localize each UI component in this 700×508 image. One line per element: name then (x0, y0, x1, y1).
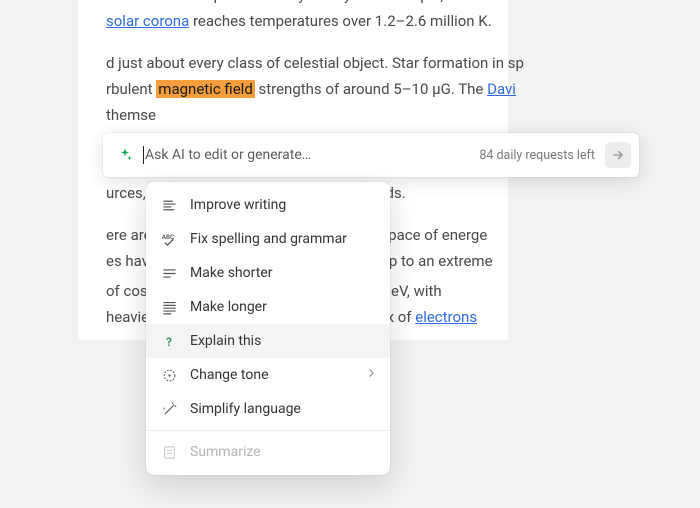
menu-item-improve-writing[interactable]: Improve writing (146, 188, 390, 222)
svg-text:?: ? (165, 334, 171, 348)
text: rbulent (106, 80, 156, 98)
text: strengths of around 5–10 µG. The (255, 80, 487, 98)
menu-item-label: Explain this (190, 333, 261, 349)
text: reaches temperatures over 1.2–2.6 millio… (189, 12, 491, 30)
text-line: solar corona reaches temperatures over 1… (106, 8, 480, 34)
text: eV, with (387, 282, 441, 300)
make-shorter-icon (160, 264, 178, 282)
menu-item-make-shorter[interactable]: Make shorter (146, 256, 390, 290)
arrow-right-icon (611, 148, 625, 162)
magic-wand-icon (160, 400, 178, 418)
menu-item-explain-this[interactable]: ? Explain this (146, 324, 390, 358)
text-line: d just about every class of celestial ob… (106, 50, 480, 76)
menu-item-label: Fix spelling and grammar (190, 231, 347, 247)
menu-item-change-tone[interactable]: Change tone (146, 358, 390, 392)
spellcheck-icon: ABC (160, 230, 178, 248)
link-solar-corona[interactable]: solar corona (106, 12, 189, 30)
link-electrons[interactable]: electrons (415, 308, 477, 326)
improve-writing-icon (160, 196, 178, 214)
summarize-icon (160, 443, 178, 461)
ai-actions-menu: Improve writing ABC Fix spelling and gra… (146, 182, 390, 475)
selected-text[interactable]: magnetic field (156, 80, 254, 98)
text-line: atures in outer space can vary widely. F… (106, 0, 480, 8)
send-button[interactable] (605, 142, 631, 168)
sparkle-icon (117, 147, 133, 163)
ai-input-placeholder: Ask AI to edit or generate… (145, 147, 311, 163)
ai-input[interactable]: Ask AI to edit or generate… (143, 146, 469, 164)
menu-item-simplify[interactable]: Simplify language (146, 392, 390, 426)
chevron-right-icon (365, 367, 378, 384)
change-tone-icon (160, 366, 178, 384)
menu-item-fix-spelling[interactable]: ABC Fix spelling and grammar (146, 222, 390, 256)
menu-item-label: Improve writing (190, 197, 286, 213)
link-davi[interactable]: Davi (487, 80, 516, 98)
text-line: rbulent magnetic field strengths of arou… (106, 76, 480, 102)
quota-text: 84 daily requests left (479, 148, 595, 163)
text-line: themse (106, 102, 480, 128)
text-cursor (143, 146, 144, 164)
menu-item-label: Make longer (190, 299, 267, 315)
menu-divider (146, 430, 390, 431)
question-icon: ? (160, 332, 178, 350)
menu-item-make-longer[interactable]: Make longer (146, 290, 390, 324)
menu-item-summarize[interactable]: Summarize (146, 435, 390, 469)
ai-prompt-bar[interactable]: Ask AI to edit or generate… 84 daily req… (103, 133, 639, 177)
menu-item-label: Summarize (190, 444, 261, 460)
menu-item-label: Change tone (190, 367, 269, 383)
menu-item-label: Make shorter (190, 265, 272, 281)
make-longer-icon (160, 298, 178, 316)
menu-item-label: Simplify language (190, 401, 301, 417)
